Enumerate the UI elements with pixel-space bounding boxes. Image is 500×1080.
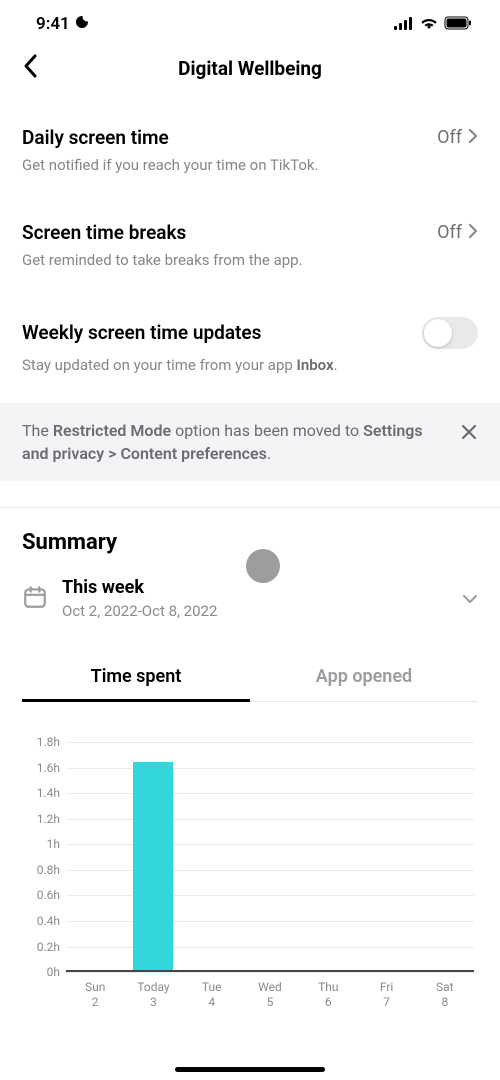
x-tick-label: Sat8 xyxy=(416,980,474,1010)
grid-line xyxy=(66,819,474,820)
y-tick-label: 1.6h xyxy=(16,761,60,775)
x-tick-label: Wed5 xyxy=(241,980,299,1010)
y-tick-label: 0.2h xyxy=(16,940,60,954)
row-subtitle: Stay updated on your time from your app … xyxy=(22,355,478,375)
tab-app-opened[interactable]: App opened xyxy=(250,652,478,701)
row-subtitle: Get reminded to take breaks from the app… xyxy=(22,250,478,270)
y-tick-label: 1.4h xyxy=(16,786,60,800)
chevron-right-icon xyxy=(468,223,478,243)
y-tick-label: 1h xyxy=(16,837,60,851)
row-screen-time-breaks[interactable]: Screen time breaks Off Get reminded to t… xyxy=(22,221,478,270)
battery-icon xyxy=(444,15,472,34)
home-indicator xyxy=(175,1067,325,1072)
grid-line xyxy=(66,768,474,769)
x-tick-label: Fri7 xyxy=(357,980,415,1010)
row-title: Daily screen time xyxy=(22,126,169,149)
y-tick-label: 0.4h xyxy=(16,914,60,928)
grid-line xyxy=(66,895,474,896)
grid-line xyxy=(66,972,474,973)
week-range: Oct 2, 2022-Oct 8, 2022 xyxy=(62,602,217,620)
x-tick-label: Thu6 xyxy=(299,980,357,1010)
chevron-down-icon xyxy=(462,589,478,608)
week-selector[interactable]: This week Oct 2, 2022-Oct 8, 2022 xyxy=(22,577,478,620)
grid-line xyxy=(66,742,474,743)
back-button[interactable] xyxy=(20,54,40,82)
row-value: Off xyxy=(437,127,462,148)
row-subtitle: Get notified if you reach your time on T… xyxy=(22,155,478,175)
status-indicators xyxy=(394,15,472,34)
row-daily-screen-time[interactable]: Daily screen time Off Get notified if yo… xyxy=(22,126,478,175)
row-value: Off xyxy=(437,222,462,243)
cellular-icon xyxy=(394,15,414,34)
x-axis xyxy=(66,970,474,972)
x-tick-label: Sun2 xyxy=(66,980,124,1010)
divider xyxy=(0,507,500,508)
week-title: This week xyxy=(62,577,217,598)
do-not-disturb-icon xyxy=(74,14,90,35)
settings-list: Daily screen time Off Get notified if yo… xyxy=(0,126,500,375)
grid-line xyxy=(66,793,474,794)
time-spent-chart: 0h 0.2h 0.4h 0.6h 0.8h 1h 1.2h 1.4h 1.6h 1.8h Sun… xyxy=(0,702,500,1010)
y-tick-label: 0h xyxy=(16,965,60,979)
header: Digital Wellbeing xyxy=(0,44,500,92)
bar xyxy=(133,762,173,970)
calendar-icon xyxy=(22,584,48,614)
chevron-right-icon xyxy=(468,128,478,148)
close-icon[interactable] xyxy=(460,423,478,445)
x-tick-label: Tue4 xyxy=(183,980,241,1010)
summary-heading: Summary xyxy=(22,530,478,555)
y-tick-label: 1.2h xyxy=(16,812,60,826)
tab-time-spent[interactable]: Time spent xyxy=(22,652,250,701)
summary-section: Summary This week Oct 2, 2022-Oct 8, 202… xyxy=(0,530,500,702)
grid-line xyxy=(66,947,474,948)
status-time-wrap: 9:41 xyxy=(36,14,90,35)
grid-line xyxy=(66,844,474,845)
grid-line xyxy=(66,870,474,871)
y-tick-label: 0.6h xyxy=(16,888,60,902)
x-tick-label: Today3 xyxy=(124,980,182,1010)
row-title: Weekly screen time updates xyxy=(22,321,261,344)
row-weekly-updates: Weekly screen time updates Stay updated … xyxy=(22,317,478,375)
y-tick-label: 0.8h xyxy=(16,863,60,877)
row-title: Screen time breaks xyxy=(22,221,186,244)
wifi-icon xyxy=(420,15,438,34)
restricted-mode-notice: The Restricted Mode option has been move… xyxy=(0,403,500,481)
toggle-weekly-updates[interactable] xyxy=(422,317,478,349)
y-tick-label: 1.8h xyxy=(16,735,60,749)
status-time: 9:41 xyxy=(36,14,70,34)
notice-text: The Restricted Mode option has been move… xyxy=(22,419,442,465)
page-title: Digital Wellbeing xyxy=(20,57,480,80)
grid-line xyxy=(66,921,474,922)
grey-dot-overlay xyxy=(246,549,280,583)
status-bar: 9:41 xyxy=(0,0,500,44)
summary-tabs: Time spent App opened xyxy=(22,652,478,702)
